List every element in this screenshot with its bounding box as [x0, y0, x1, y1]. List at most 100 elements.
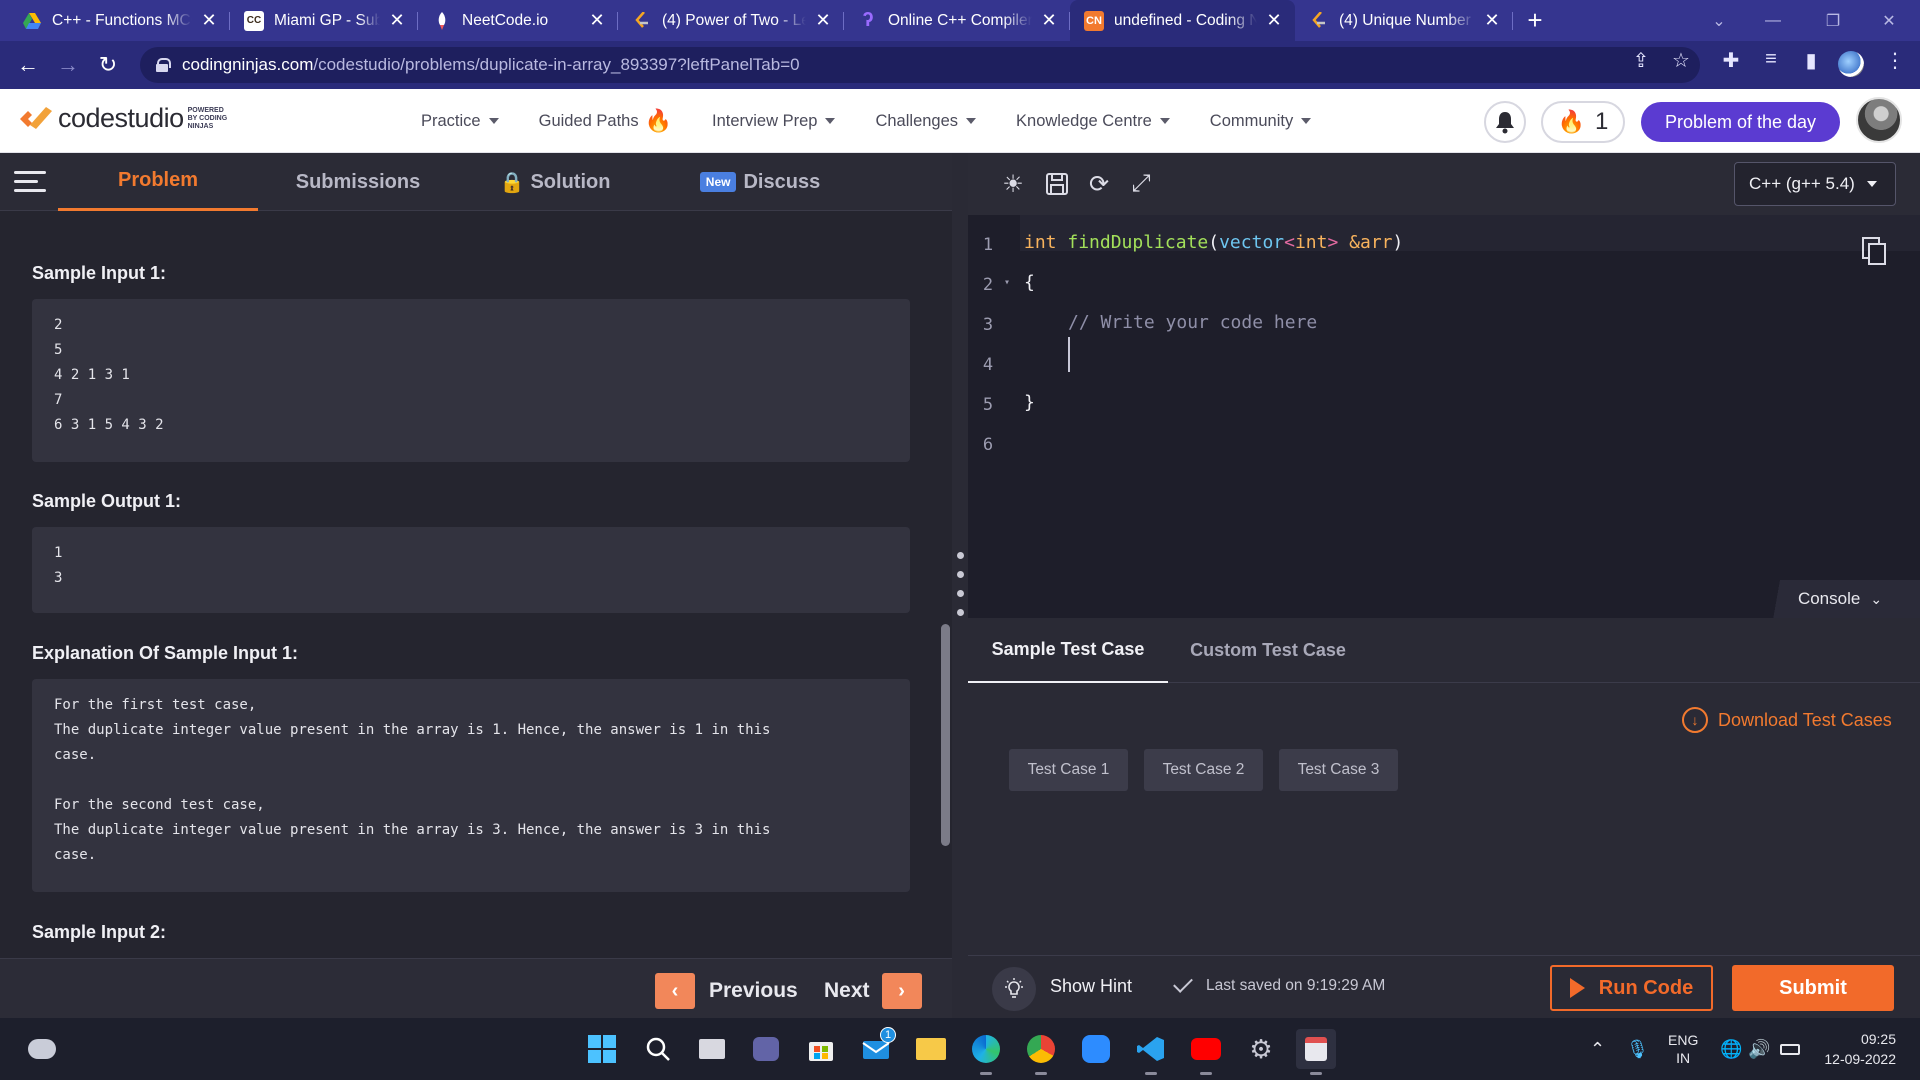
- minimize-button[interactable]: —: [1750, 0, 1796, 41]
- language-select[interactable]: C++ (g++ 5.4): [1734, 162, 1896, 206]
- tab-custom-test-case[interactable]: Custom Test Case: [1168, 618, 1368, 683]
- profile-avatar[interactable]: [1834, 51, 1868, 83]
- code-line-5[interactable]: }: [1024, 392, 1035, 413]
- task-view-icon[interactable]: [692, 1029, 732, 1069]
- close-window-button[interactable]: ✕: [1866, 0, 1912, 41]
- snipping-tool-icon[interactable]: [1296, 1029, 1336, 1075]
- codestudio-logo[interactable]: codestudio POWERED BY CODING NINJAS: [18, 103, 234, 133]
- browser-tab[interactable]: NeetCode.io ✕: [418, 0, 618, 41]
- submit-button[interactable]: Submit: [1732, 965, 1894, 1011]
- sidepanel-icon[interactable]: ▮: [1794, 48, 1828, 73]
- browser-tab[interactable]: C++ - Functions MCQ ✕: [0, 0, 230, 41]
- streak-counter[interactable]: 🔥 1: [1541, 101, 1625, 143]
- tab-discuss[interactable]: New Discuss: [690, 153, 830, 211]
- problem-of-the-day-button[interactable]: Problem of the day: [1641, 102, 1840, 142]
- code-line-3[interactable]: // Write your code here: [1068, 312, 1317, 333]
- code-line-1[interactable]: int findDuplicate(vector<int> &arr): [1024, 232, 1403, 253]
- browser-tab[interactable]: CC Miami GP - Submit | C✕: [230, 0, 418, 41]
- search-icon[interactable]: [638, 1029, 678, 1069]
- save-icon[interactable]: [1040, 167, 1074, 201]
- tab-sample-test-case[interactable]: Sample Test Case: [968, 618, 1168, 683]
- youtube-icon[interactable]: [1186, 1029, 1226, 1075]
- reset-icon[interactable]: ⟳: [1082, 167, 1116, 201]
- close-tab-icon[interactable]: ✕: [198, 10, 220, 31]
- next-button[interactable]: Next ›: [824, 973, 922, 1009]
- tab-problem[interactable]: Problem: [58, 153, 258, 211]
- edge-icon[interactable]: [966, 1029, 1006, 1075]
- close-tab-icon[interactable]: ✕: [586, 10, 608, 31]
- fullscreen-icon[interactable]: ⤢: [1124, 167, 1158, 201]
- extensions-icon[interactable]: ✚: [1714, 48, 1748, 73]
- chevron-down-icon: [488, 118, 499, 124]
- copy-icon[interactable]: [1862, 237, 1886, 265]
- chrome-icon[interactable]: [1021, 1029, 1061, 1075]
- clock[interactable]: 09:25 12-09-2022: [1818, 1018, 1896, 1080]
- file-explorer-icon[interactable]: [911, 1029, 951, 1069]
- nav-challenges[interactable]: Challenges: [875, 112, 977, 131]
- tab-search-icon[interactable]: ⌄: [1696, 0, 1742, 41]
- media-icon[interactable]: ≡: [1754, 48, 1788, 71]
- back-icon[interactable]: ←: [8, 45, 48, 85]
- panel-resize-handle[interactable]: [952, 153, 968, 1018]
- close-tab-icon[interactable]: ✕: [1263, 10, 1285, 31]
- scrollbar-thumb[interactable]: [941, 624, 950, 846]
- tab-submissions[interactable]: Submissions: [268, 153, 448, 211]
- lock-icon: [156, 58, 171, 72]
- mail-icon[interactable]: 1: [856, 1027, 896, 1069]
- store-icon[interactable]: [801, 1029, 841, 1069]
- browser-tab-active[interactable]: CN undefined - Coding N ✕: [1070, 0, 1295, 41]
- network-icon[interactable]: 🌐: [1720, 1018, 1742, 1080]
- code-line-2[interactable]: {: [1024, 272, 1035, 293]
- user-avatar[interactable]: [1856, 97, 1902, 143]
- sample-input-1-box: 2 5 4 2 1 3 1 7 6 3 1 5 4 3 2: [32, 299, 910, 462]
- forward-icon[interactable]: →: [48, 45, 88, 85]
- teams-icon[interactable]: [746, 1029, 786, 1069]
- previous-button[interactable]: ‹ Previous: [655, 973, 798, 1009]
- start-icon[interactable]: [582, 1029, 622, 1069]
- microphone-icon[interactable]: 🎙: [1626, 1018, 1649, 1080]
- test-case-button[interactable]: Test Case 3: [1279, 749, 1398, 791]
- fire-icon: 🔥: [1557, 109, 1586, 134]
- bulb-icon[interactable]: [992, 967, 1036, 1011]
- nav-knowledge-centre[interactable]: Knowledge Centre: [1016, 112, 1170, 131]
- reload-icon[interactable]: ↻: [88, 45, 128, 85]
- bookmark-star-icon[interactable]: ☆: [1664, 48, 1698, 73]
- console-toggle[interactable]: Console ⌄: [1760, 580, 1920, 618]
- tray-chevron-icon[interactable]: ⌃: [1590, 1018, 1605, 1080]
- run-code-button[interactable]: Run Code: [1550, 965, 1713, 1011]
- url-bar[interactable]: codingninjas.com/codestudio/problems/dup…: [140, 47, 1700, 83]
- close-tab-icon[interactable]: ✕: [1038, 10, 1060, 31]
- download-test-cases-link[interactable]: ↓ Download Test Cases: [1682, 707, 1892, 733]
- restore-button[interactable]: ❐: [1810, 0, 1856, 41]
- browser-tab[interactable]: (4) Power of Two - Lee ✕: [618, 0, 844, 41]
- show-hint-button[interactable]: Show Hint: [1050, 976, 1132, 997]
- close-tab-icon[interactable]: ✕: [386, 10, 408, 31]
- nav-community[interactable]: Community: [1210, 112, 1312, 131]
- notifications-button[interactable]: [1484, 101, 1526, 143]
- settings-gear-icon[interactable]: ⚙: [1241, 1029, 1281, 1069]
- problem-panel: Problem Submissions 🔒 Solution New Discuss…: [0, 153, 952, 1018]
- vscode-icon[interactable]: [1131, 1029, 1171, 1075]
- close-tab-icon[interactable]: ✕: [1481, 10, 1503, 31]
- test-case-button[interactable]: Test Case 1: [1009, 749, 1128, 791]
- nav-guided-paths[interactable]: Guided Paths 🔥: [539, 108, 672, 134]
- tab-solution[interactable]: 🔒 Solution: [490, 153, 620, 211]
- browser-tab[interactable]: ʔ Online C++ Compiler ✕: [844, 0, 1070, 41]
- volume-icon[interactable]: 🔊: [1748, 1018, 1770, 1080]
- browser-tab[interactable]: (4) Unique Number of ✕: [1295, 0, 1513, 41]
- close-tab-icon[interactable]: ✕: [812, 10, 834, 31]
- weather-icon[interactable]: [22, 1029, 62, 1069]
- theme-sun-icon[interactable]: ☀: [996, 167, 1030, 201]
- new-tab-button[interactable]: +: [1513, 0, 1557, 41]
- share-icon[interactable]: ⇪: [1624, 48, 1658, 73]
- nav-interview-prep[interactable]: Interview Prep: [712, 112, 836, 131]
- code-line: For the second test case,: [54, 797, 265, 813]
- nav-practice[interactable]: Practice: [421, 112, 499, 131]
- menu-toggle-icon[interactable]: [14, 171, 46, 193]
- zoom-icon[interactable]: [1076, 1029, 1116, 1069]
- language-indicator[interactable]: ENG IN: [1668, 1018, 1698, 1080]
- test-case-button[interactable]: Test Case 2: [1144, 749, 1263, 791]
- battery-icon[interactable]: [1780, 1018, 1800, 1080]
- menu-icon[interactable]: ⋮: [1878, 48, 1912, 73]
